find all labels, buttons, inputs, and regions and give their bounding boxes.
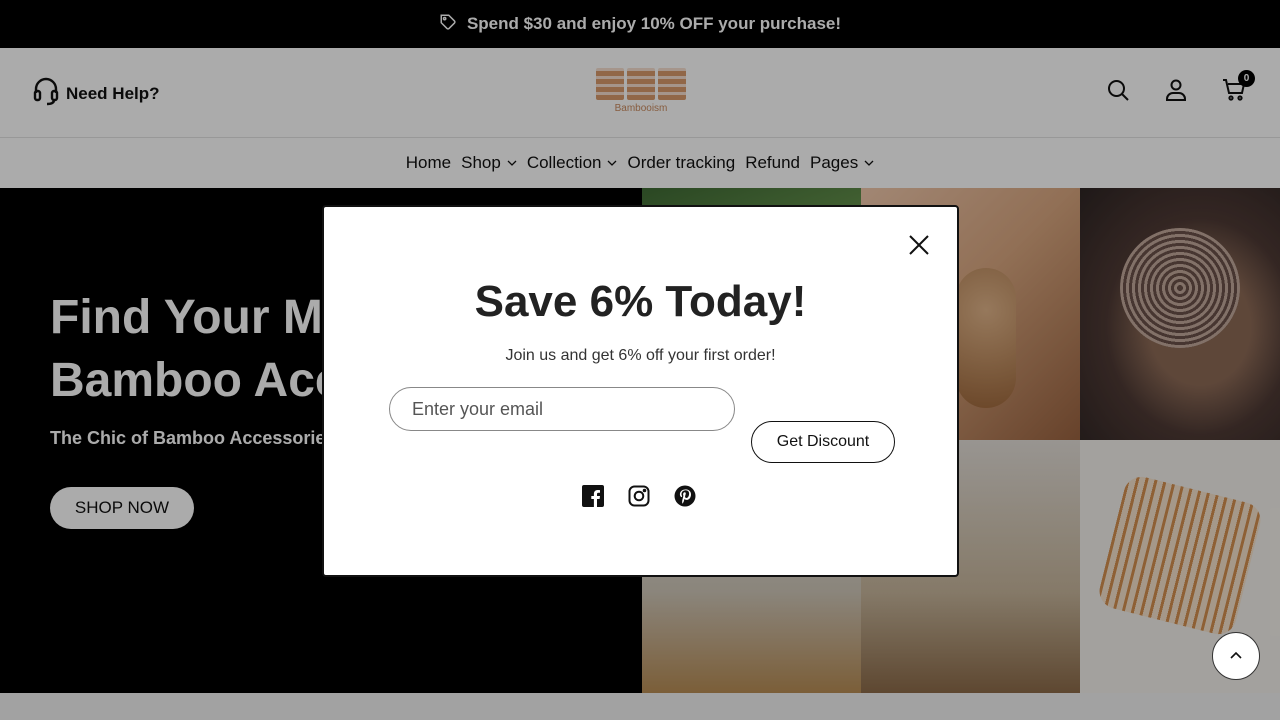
discount-popup: Save 6% Today! Join us and get 6% off yo… bbox=[322, 205, 959, 577]
close-icon[interactable] bbox=[907, 233, 931, 257]
instagram-icon[interactable] bbox=[628, 485, 650, 507]
pinterest-icon[interactable] bbox=[674, 485, 696, 507]
scroll-to-top-button[interactable] bbox=[1212, 632, 1260, 680]
facebook-icon[interactable] bbox=[582, 485, 604, 507]
get-discount-button[interactable]: Get Discount bbox=[751, 421, 895, 463]
popup-title: Save 6% Today! bbox=[474, 277, 807, 326]
email-input[interactable] bbox=[389, 387, 735, 431]
popup-subtitle: Join us and get 6% off your first order! bbox=[505, 347, 776, 364]
chevron-up-icon bbox=[1230, 651, 1242, 659]
social-links bbox=[582, 485, 696, 507]
